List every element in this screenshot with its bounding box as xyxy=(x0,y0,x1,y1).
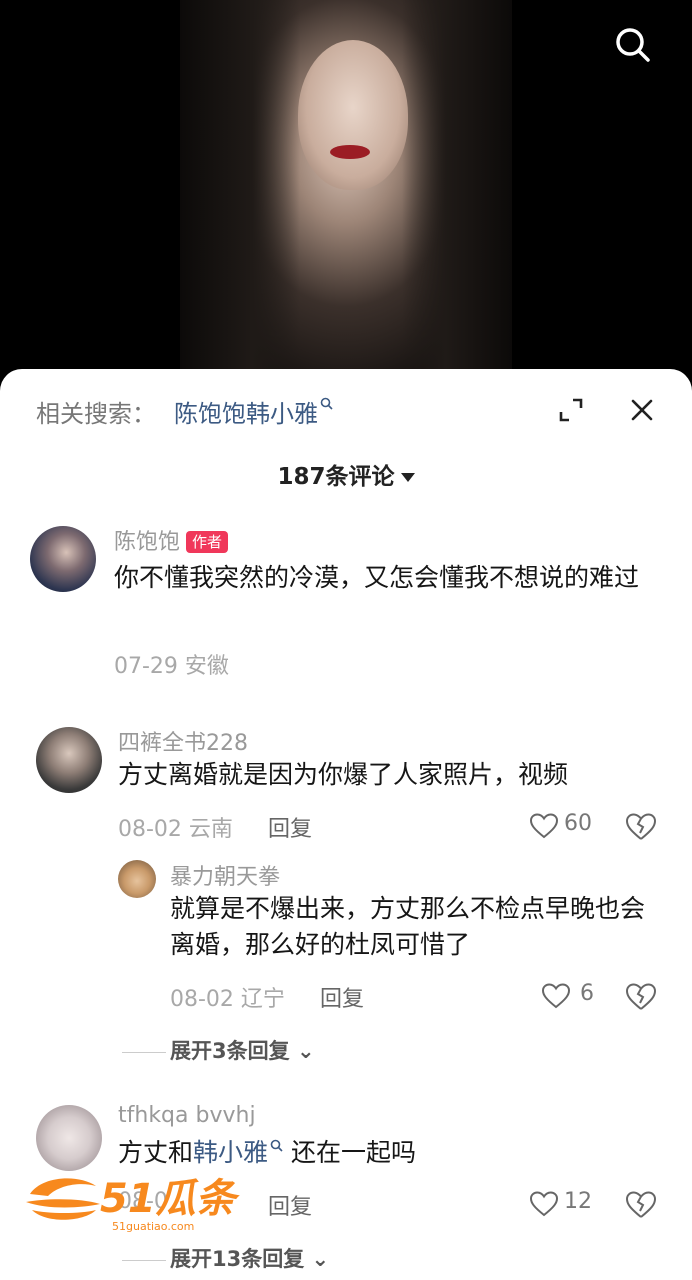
author-badge: 作者 xyxy=(186,531,229,553)
like-button[interactable]: 6 xyxy=(542,981,602,1011)
like-button[interactable]: 60 xyxy=(530,811,600,841)
expand-replies-button[interactable]: 展开13条回复 ⌄ xyxy=(122,1243,329,1273)
comment-username[interactable]: tfhkqa bvvhj xyxy=(118,1103,256,1128)
comment-username[interactable]: 陈饱饱 作者 xyxy=(114,524,229,556)
dislike-icon[interactable] xyxy=(626,813,656,841)
comment-text: 你不懂我突然的冷漠，又怎会懂我不想说的难过 xyxy=(114,563,640,592)
expand-replies-label: 展开13条回复 xyxy=(170,1247,305,1271)
comment-text-part: 还在一起吗 xyxy=(283,1138,416,1167)
svg-text:51瓜条: 51瓜条 xyxy=(100,1176,241,1222)
related-search-query: 陈饱饱韩小雅 xyxy=(174,400,318,428)
video-hair-right xyxy=(402,0,512,380)
video-face xyxy=(298,40,408,190)
avatar[interactable] xyxy=(36,1105,102,1171)
caret-down-icon xyxy=(400,473,415,482)
video-lips xyxy=(330,145,370,159)
video-frame[interactable] xyxy=(180,0,512,380)
comment-search-link-text: 韩小雅 xyxy=(193,1138,269,1167)
small-search-icon xyxy=(320,397,333,410)
like-count: 12 xyxy=(564,1189,592,1214)
comment-count[interactable]: 187条评论 xyxy=(0,457,692,491)
watermark-logo: 51瓜条 51guatiao.com xyxy=(26,1176,241,1233)
comment-text: 方丈和韩小雅 还在一起吗 xyxy=(118,1135,668,1171)
reply-text: 就算是不爆出来，方丈那么不检点早晚也会离婚，那么好的杜凤可惜了 xyxy=(170,894,646,959)
heart-icon xyxy=(542,983,570,1009)
video-area[interactable] xyxy=(0,0,692,380)
dislike-icon[interactable] xyxy=(626,983,656,1011)
search-icon[interactable] xyxy=(612,24,652,64)
comment-sheet: 相关搜索： 陈饱饱韩小雅 187条评论 陈饱饱 作者 你不懂我突然的冷漠，又怎会懂… xyxy=(0,369,692,1280)
divider xyxy=(122,1259,166,1261)
like-count: 60 xyxy=(564,811,592,836)
reply-button[interactable]: 回复 xyxy=(268,811,312,843)
expand-replies-button[interactable]: 展开3条回复 ⌄ xyxy=(122,1035,315,1065)
avatar[interactable] xyxy=(118,860,156,898)
reply-button[interactable]: 回复 xyxy=(320,981,364,1013)
reply-button[interactable]: 回复 xyxy=(268,1189,312,1221)
expand-replies-label: 展开3条回复 xyxy=(170,1039,290,1063)
dislike-icon[interactable] xyxy=(626,1191,656,1219)
related-search-link[interactable]: 陈饱饱韩小雅 xyxy=(174,394,333,429)
svg-text:51guatiao.com: 51guatiao.com xyxy=(112,1220,194,1233)
comment-meta: 08-02 云南 xyxy=(118,817,233,842)
comment-text-part: 方丈和 xyxy=(118,1138,194,1167)
sheet-header: 相关搜索： 陈饱饱韩小雅 xyxy=(0,369,692,449)
like-button[interactable]: 12 xyxy=(530,1189,600,1219)
small-search-icon xyxy=(270,1139,283,1152)
heart-icon xyxy=(530,813,558,839)
reply-username[interactable]: 暴力朝天拳 xyxy=(170,859,280,891)
comment-meta: 07-29 安徽 xyxy=(114,654,229,679)
comment-username[interactable]: 四裤全书228 xyxy=(118,725,248,757)
close-icon[interactable] xyxy=(630,398,654,422)
expand-icon[interactable] xyxy=(558,397,584,423)
like-count: 6 xyxy=(580,981,594,1006)
reply-meta: 08-02 辽宁 xyxy=(170,987,285,1012)
chevron-down-icon: ⌄ xyxy=(296,1039,315,1063)
comment-search-link[interactable]: 韩小雅 xyxy=(193,1138,283,1167)
avatar[interactable] xyxy=(30,526,96,592)
heart-icon xyxy=(530,1191,558,1217)
divider xyxy=(122,1051,166,1053)
related-search-label: 相关搜索： xyxy=(36,400,156,428)
comment-username-text: 陈饱饱 xyxy=(114,530,181,555)
comment-count-text: 187条评论 xyxy=(277,464,395,490)
avatar[interactable] xyxy=(36,727,102,793)
chevron-down-icon: ⌄ xyxy=(311,1247,330,1271)
comment-text: 方丈离婚就是因为你爆了人家照片，视频 xyxy=(118,760,569,789)
video-hair-left xyxy=(180,0,300,380)
